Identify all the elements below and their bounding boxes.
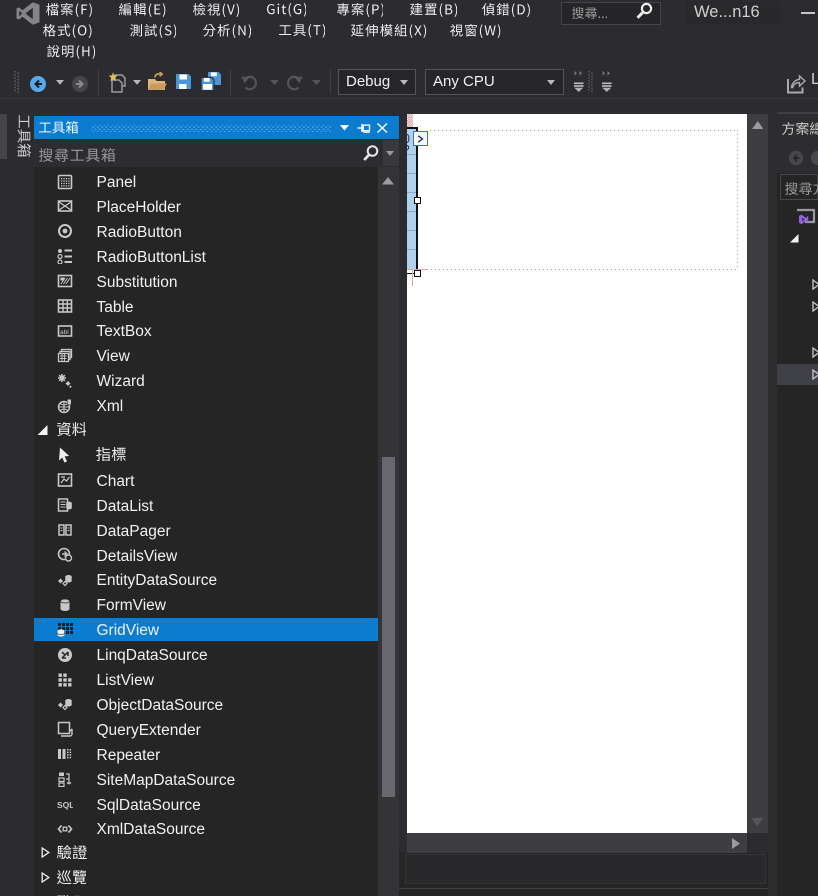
svg-text:SQL: SQL xyxy=(57,800,73,810)
svg-text:abl: abl xyxy=(60,329,69,336)
